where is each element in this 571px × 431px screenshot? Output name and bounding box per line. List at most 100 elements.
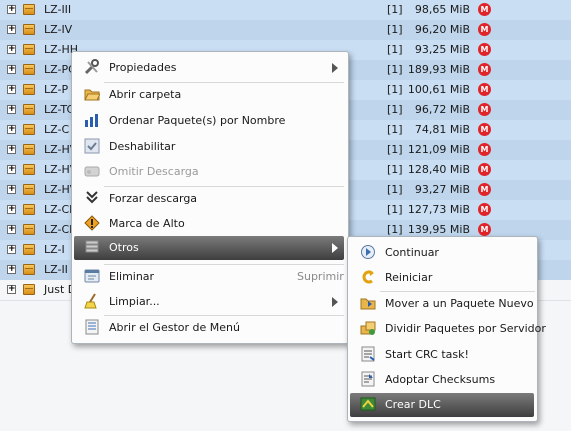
submenu-item-label: Reiniciar: [385, 271, 433, 284]
continue-icon: [360, 244, 376, 260]
menu-item-label: Ordenar Paquete(s) por Nombre: [109, 114, 286, 127]
package-icon: [23, 124, 35, 135]
package-name: LZ-III: [44, 3, 72, 16]
hoster-icon: M: [478, 63, 491, 76]
submenu-item-crear-dlc[interactable]: Crear DLC: [350, 393, 534, 417]
package-size: 93,25 MiB: [414, 43, 470, 56]
submenu-otros: Continuar Reiniciar Mover a un Paquete N…: [347, 236, 546, 422]
submenu-item-label: Start CRC task!: [385, 348, 469, 361]
package-priority: [1]: [387, 183, 403, 196]
package-priority: [1]: [387, 203, 403, 216]
expand-toggle-icon[interactable]: +: [7, 165, 16, 174]
hoster-icon: M: [478, 143, 491, 156]
expand-toggle-icon[interactable]: +: [7, 205, 16, 214]
package-size: 189,93 MiB: [407, 63, 470, 76]
package-row[interactable]: + LZ-IV [1] 96,20 MiB M: [0, 20, 571, 40]
expand-toggle-icon[interactable]: +: [7, 185, 16, 194]
submenu-item-label: Adoptar Checksums: [385, 373, 496, 386]
menu-manager-icon: [84, 319, 100, 335]
menu-item-label: Limpiar...: [109, 295, 160, 308]
menu-item-forzar-descarga[interactable]: Forzar descarga: [74, 187, 346, 211]
package-priority: [1]: [387, 163, 403, 176]
expand-toggle-icon[interactable]: +: [7, 245, 16, 254]
expand-toggle-icon[interactable]: +: [7, 25, 16, 34]
expand-toggle-icon[interactable]: +: [7, 45, 16, 54]
menu-item-deshabilitar[interactable]: Deshabilitar: [74, 135, 346, 159]
clean-icon: [84, 293, 100, 309]
context-menu: Propiedades Abrir carpeta Ordenar Paquet…: [71, 51, 349, 344]
package-row[interactable]: + LZ-III [1] 98,65 MiB M: [0, 0, 571, 20]
hoster-icon: M: [478, 43, 491, 56]
checksum-icon: [360, 371, 376, 387]
menu-item-label: Forzar descarga: [109, 192, 198, 205]
package-size: 128,40 MiB: [407, 163, 470, 176]
package-icon: [23, 24, 35, 35]
submenu-item-mover-paquete[interactable]: Mover a un Paquete Nuevo: [350, 292, 535, 316]
package-priority: [1]: [387, 143, 403, 156]
package-priority: [1]: [387, 23, 403, 36]
menu-item-omitir-descarga[interactable]: Omitir Descarga: [74, 160, 346, 184]
hoster-icon: M: [478, 3, 491, 16]
package-size: 139,95 MiB: [407, 223, 470, 236]
submenu-item-dividir-paquetes[interactable]: Dividir Paquetes por Servidor: [350, 317, 546, 341]
menu-item-label: Marca de Alto: [109, 217, 185, 230]
package-priority: [1]: [387, 223, 403, 236]
package-icon: [23, 144, 35, 155]
package-name: LZ-II: [44, 263, 68, 276]
package-size: 74,81 MiB: [414, 123, 470, 136]
package-icon: [23, 204, 35, 215]
menu-item-label: Propiedades: [109, 61, 177, 74]
hoster-icon: M: [478, 123, 491, 136]
menu-item-limpiar[interactable]: Limpiar...: [74, 290, 346, 314]
submenu-item-label: Dividir Paquetes por Servidor: [385, 322, 546, 335]
package-icon: [23, 44, 35, 55]
submenu-item-adoptar-checksums[interactable]: Adoptar Checksums: [350, 368, 535, 392]
submenu-item-continuar[interactable]: Continuar: [350, 241, 535, 265]
hoster-icon: M: [478, 83, 491, 96]
submenu-item-reiniciar[interactable]: Reiniciar: [350, 266, 535, 290]
menu-item-label: Otros: [109, 241, 139, 254]
package-size: 96,72 MiB: [414, 103, 470, 116]
hoster-icon: M: [478, 223, 491, 236]
menu-item-shortcut: Suprimir: [297, 270, 344, 283]
package-name: LZ-IV: [44, 23, 73, 36]
menu-item-otros[interactable]: Otros: [74, 236, 344, 260]
package-priority: [1]: [387, 123, 403, 136]
menu-item-propiedades[interactable]: Propiedades: [74, 56, 346, 80]
package-icon: [23, 264, 35, 275]
expand-toggle-icon[interactable]: +: [7, 5, 16, 14]
menu-item-marca-de-alto[interactable]: Marca de Alto: [74, 212, 346, 236]
menu-item-gestor-de-menu[interactable]: Abrir el Gestor de Menú: [74, 316, 346, 340]
expand-toggle-icon[interactable]: +: [7, 105, 16, 114]
package-priority: [1]: [387, 83, 403, 96]
package-name: LZ-P: [44, 83, 69, 96]
menu-item-ordenar[interactable]: Ordenar Paquete(s) por Nombre: [74, 109, 346, 133]
submenu-item-label: Continuar: [385, 246, 439, 259]
expand-toggle-icon[interactable]: +: [7, 85, 16, 94]
sort-icon: [84, 112, 100, 128]
expand-toggle-icon[interactable]: +: [7, 125, 16, 134]
submenu-item-label: Mover a un Paquete Nuevo: [385, 297, 534, 310]
expand-toggle-icon[interactable]: +: [7, 65, 16, 74]
package-priority: [1]: [387, 63, 403, 76]
package-size: 98,65 MiB: [414, 3, 470, 16]
menu-item-label: Deshabilitar: [109, 140, 176, 153]
hoster-icon: M: [478, 23, 491, 36]
menu-item-eliminar[interactable]: Eliminar Suprimir: [74, 265, 346, 289]
package-size: 121,09 MiB: [407, 143, 470, 156]
menu-item-abrir-carpeta[interactable]: Abrir carpeta: [74, 83, 346, 107]
expand-toggle-icon[interactable]: +: [7, 145, 16, 154]
package-icon: [23, 104, 35, 115]
expand-toggle-icon[interactable]: +: [7, 285, 16, 294]
stop-mark-icon: [84, 215, 100, 231]
package-name: LZ-TC: [44, 103, 75, 116]
expand-toggle-icon[interactable]: +: [7, 265, 16, 274]
submenu-item-start-crc[interactable]: Start CRC task!: [350, 343, 535, 367]
expand-toggle-icon[interactable]: +: [7, 225, 16, 234]
hoster-icon: M: [478, 163, 491, 176]
package-size: 93,27 MiB: [414, 183, 470, 196]
package-icon: [23, 64, 35, 75]
package-name: LZ-C: [44, 123, 70, 136]
disable-icon: [84, 138, 100, 154]
submenu-arrow-icon: [332, 243, 338, 253]
